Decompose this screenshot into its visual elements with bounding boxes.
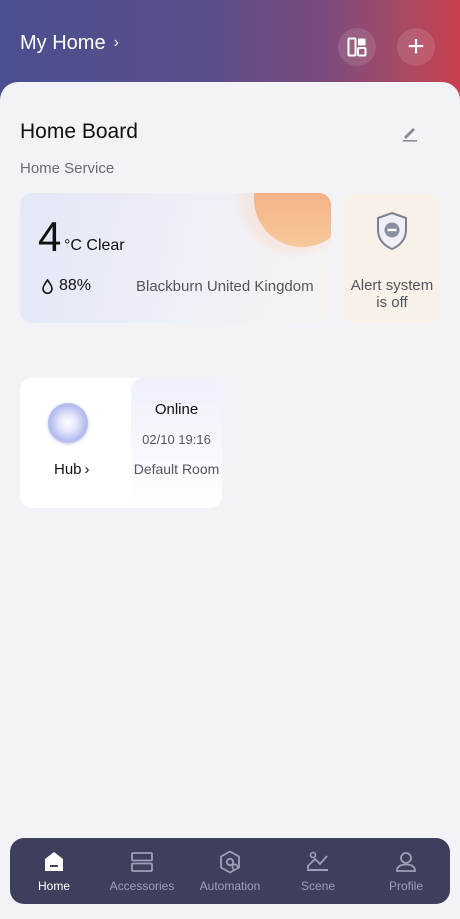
shield-icon xyxy=(377,211,407,251)
hub-status: Online xyxy=(154,401,199,418)
plus-icon: + xyxy=(407,30,425,63)
chevron-right-icon: › xyxy=(113,33,119,51)
temperature-value: 4 xyxy=(38,213,62,260)
tab-accessories[interactable]: Accessories xyxy=(98,849,186,893)
chevron-right-icon: › xyxy=(84,461,90,478)
tab-label-automation: Automation xyxy=(199,879,261,893)
humidity: 88% xyxy=(42,277,91,295)
hub-name-link[interactable]: Hub › xyxy=(54,461,90,478)
bottom-tab-bar: Home Accessories Automation Scene Profil… xyxy=(10,838,450,904)
hub-room: Default Room xyxy=(133,461,220,477)
hub-device-card[interactable]: Hub › Online 02/10 19:16 Default Room xyxy=(20,378,222,508)
tab-home[interactable]: Home xyxy=(10,849,98,893)
tab-label-home: Home xyxy=(37,879,70,893)
profile-icon xyxy=(396,852,416,872)
tab-label-profile: Profile xyxy=(388,879,423,893)
add-button[interactable]: + xyxy=(397,28,435,66)
home-name: My Home xyxy=(20,32,106,54)
tab-label-accessories: Accessories xyxy=(109,879,175,893)
home-selector[interactable]: My Home › xyxy=(20,32,119,55)
alert-system-card[interactable]: Alert system is off xyxy=(344,193,440,323)
humidity-value: 88% xyxy=(59,277,92,294)
tab-automation[interactable]: Automation xyxy=(186,849,274,893)
automation-icon xyxy=(220,850,240,874)
hub-name: Hub xyxy=(54,461,82,478)
tab-scene[interactable]: Scene xyxy=(274,849,362,893)
accessories-icon xyxy=(131,852,153,872)
layout-button[interactable] xyxy=(338,28,376,66)
scene-icon xyxy=(307,851,328,871)
page-title: Home Board xyxy=(20,120,138,143)
tab-label-scene: Scene xyxy=(300,879,336,893)
weather-location: Blackburn United Kingdom xyxy=(136,278,314,295)
section-label-home-service: Home Service xyxy=(20,160,115,177)
hub-timestamp: 02/10 19:16 xyxy=(142,432,211,447)
pencil-icon[interactable] xyxy=(400,122,420,142)
temperature-condition: °C Clear xyxy=(64,237,125,254)
dashboard-layout-icon xyxy=(347,37,367,57)
weather-card[interactable]: 4 °C Clear 88% Blackburn United Kingdom xyxy=(20,193,331,323)
hub-icon xyxy=(48,403,88,443)
home-icon xyxy=(45,852,63,871)
tab-profile[interactable]: Profile xyxy=(362,849,450,893)
alert-status-text: Alert system is off xyxy=(350,277,434,311)
droplet-icon xyxy=(42,278,53,294)
